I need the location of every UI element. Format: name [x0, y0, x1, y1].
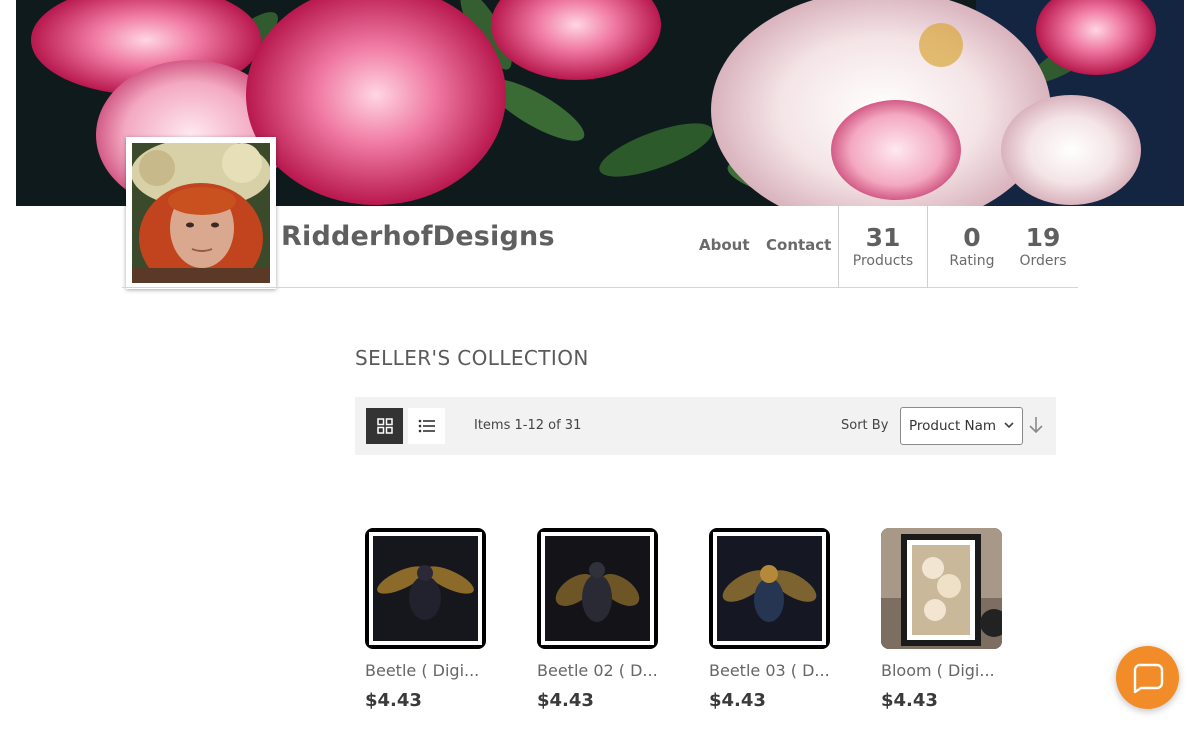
arrow-down-icon	[1029, 417, 1043, 434]
product-image[interactable]	[365, 528, 486, 649]
stat-products-label: Products	[852, 253, 914, 269]
list-view-icon	[418, 419, 435, 433]
product-name[interactable]: Beetle ( Digi...	[365, 661, 486, 680]
product-image[interactable]	[709, 528, 830, 649]
contact-link[interactable]: Contact	[766, 236, 831, 254]
stat-orders-value: 19	[1025, 223, 1061, 252]
profile-strip	[122, 206, 1078, 288]
sort-by-label: Sort By	[841, 418, 889, 433]
stat-rating: 0 Rating	[936, 206, 1008, 288]
product-price: $4.43	[709, 690, 766, 711]
sort-select[interactable]: Product Name	[900, 407, 1023, 445]
grid-view-icon	[376, 418, 393, 434]
stat-rating-label: Rating	[949, 253, 995, 269]
sort-select-value: Product Name	[909, 418, 997, 434]
stat-orders: 19 Orders	[1008, 206, 1078, 288]
grid-view-button[interactable]	[366, 408, 403, 444]
product-name[interactable]: Beetle 03 ( D...	[709, 661, 830, 680]
product-image[interactable]	[537, 528, 658, 649]
collection-toolbar: Items 1-12 of 31 Sort By Product Name	[355, 397, 1056, 455]
product-image[interactable]	[881, 528, 1002, 649]
stat-rating-value: 0	[963, 223, 981, 252]
stat-products: 31 Products	[838, 206, 928, 288]
collection-title: SELLER'S COLLECTION	[355, 346, 589, 370]
product-price: $4.43	[881, 690, 938, 711]
product-card[interactable]: Beetle ( Digi... $4.43	[365, 528, 486, 711]
sort-direction-button[interactable]	[1028, 415, 1044, 435]
stat-products-value: 31	[865, 223, 901, 252]
product-price: $4.43	[365, 690, 422, 711]
store-name: RidderhofDesigns	[281, 221, 555, 252]
product-card[interactable]: Bloom ( Digi... $4.43	[881, 528, 1002, 711]
product-card[interactable]: Beetle 03 ( D... $4.43	[709, 528, 830, 711]
product-name[interactable]: Bloom ( Digi...	[881, 661, 1002, 680]
chevron-down-icon	[1004, 408, 1014, 444]
list-view-button[interactable]	[408, 408, 445, 444]
chat-button[interactable]	[1116, 646, 1179, 709]
items-count: Items 1-12 of 31	[474, 418, 582, 433]
stat-orders-label: Orders	[1019, 253, 1067, 269]
product-card[interactable]: Beetle 02 ( D... $4.43	[537, 528, 658, 711]
product-name[interactable]: Beetle 02 ( D...	[537, 661, 658, 680]
about-link[interactable]: About	[699, 236, 750, 254]
chat-bubble-icon	[1133, 663, 1163, 693]
product-price: $4.43	[537, 690, 594, 711]
